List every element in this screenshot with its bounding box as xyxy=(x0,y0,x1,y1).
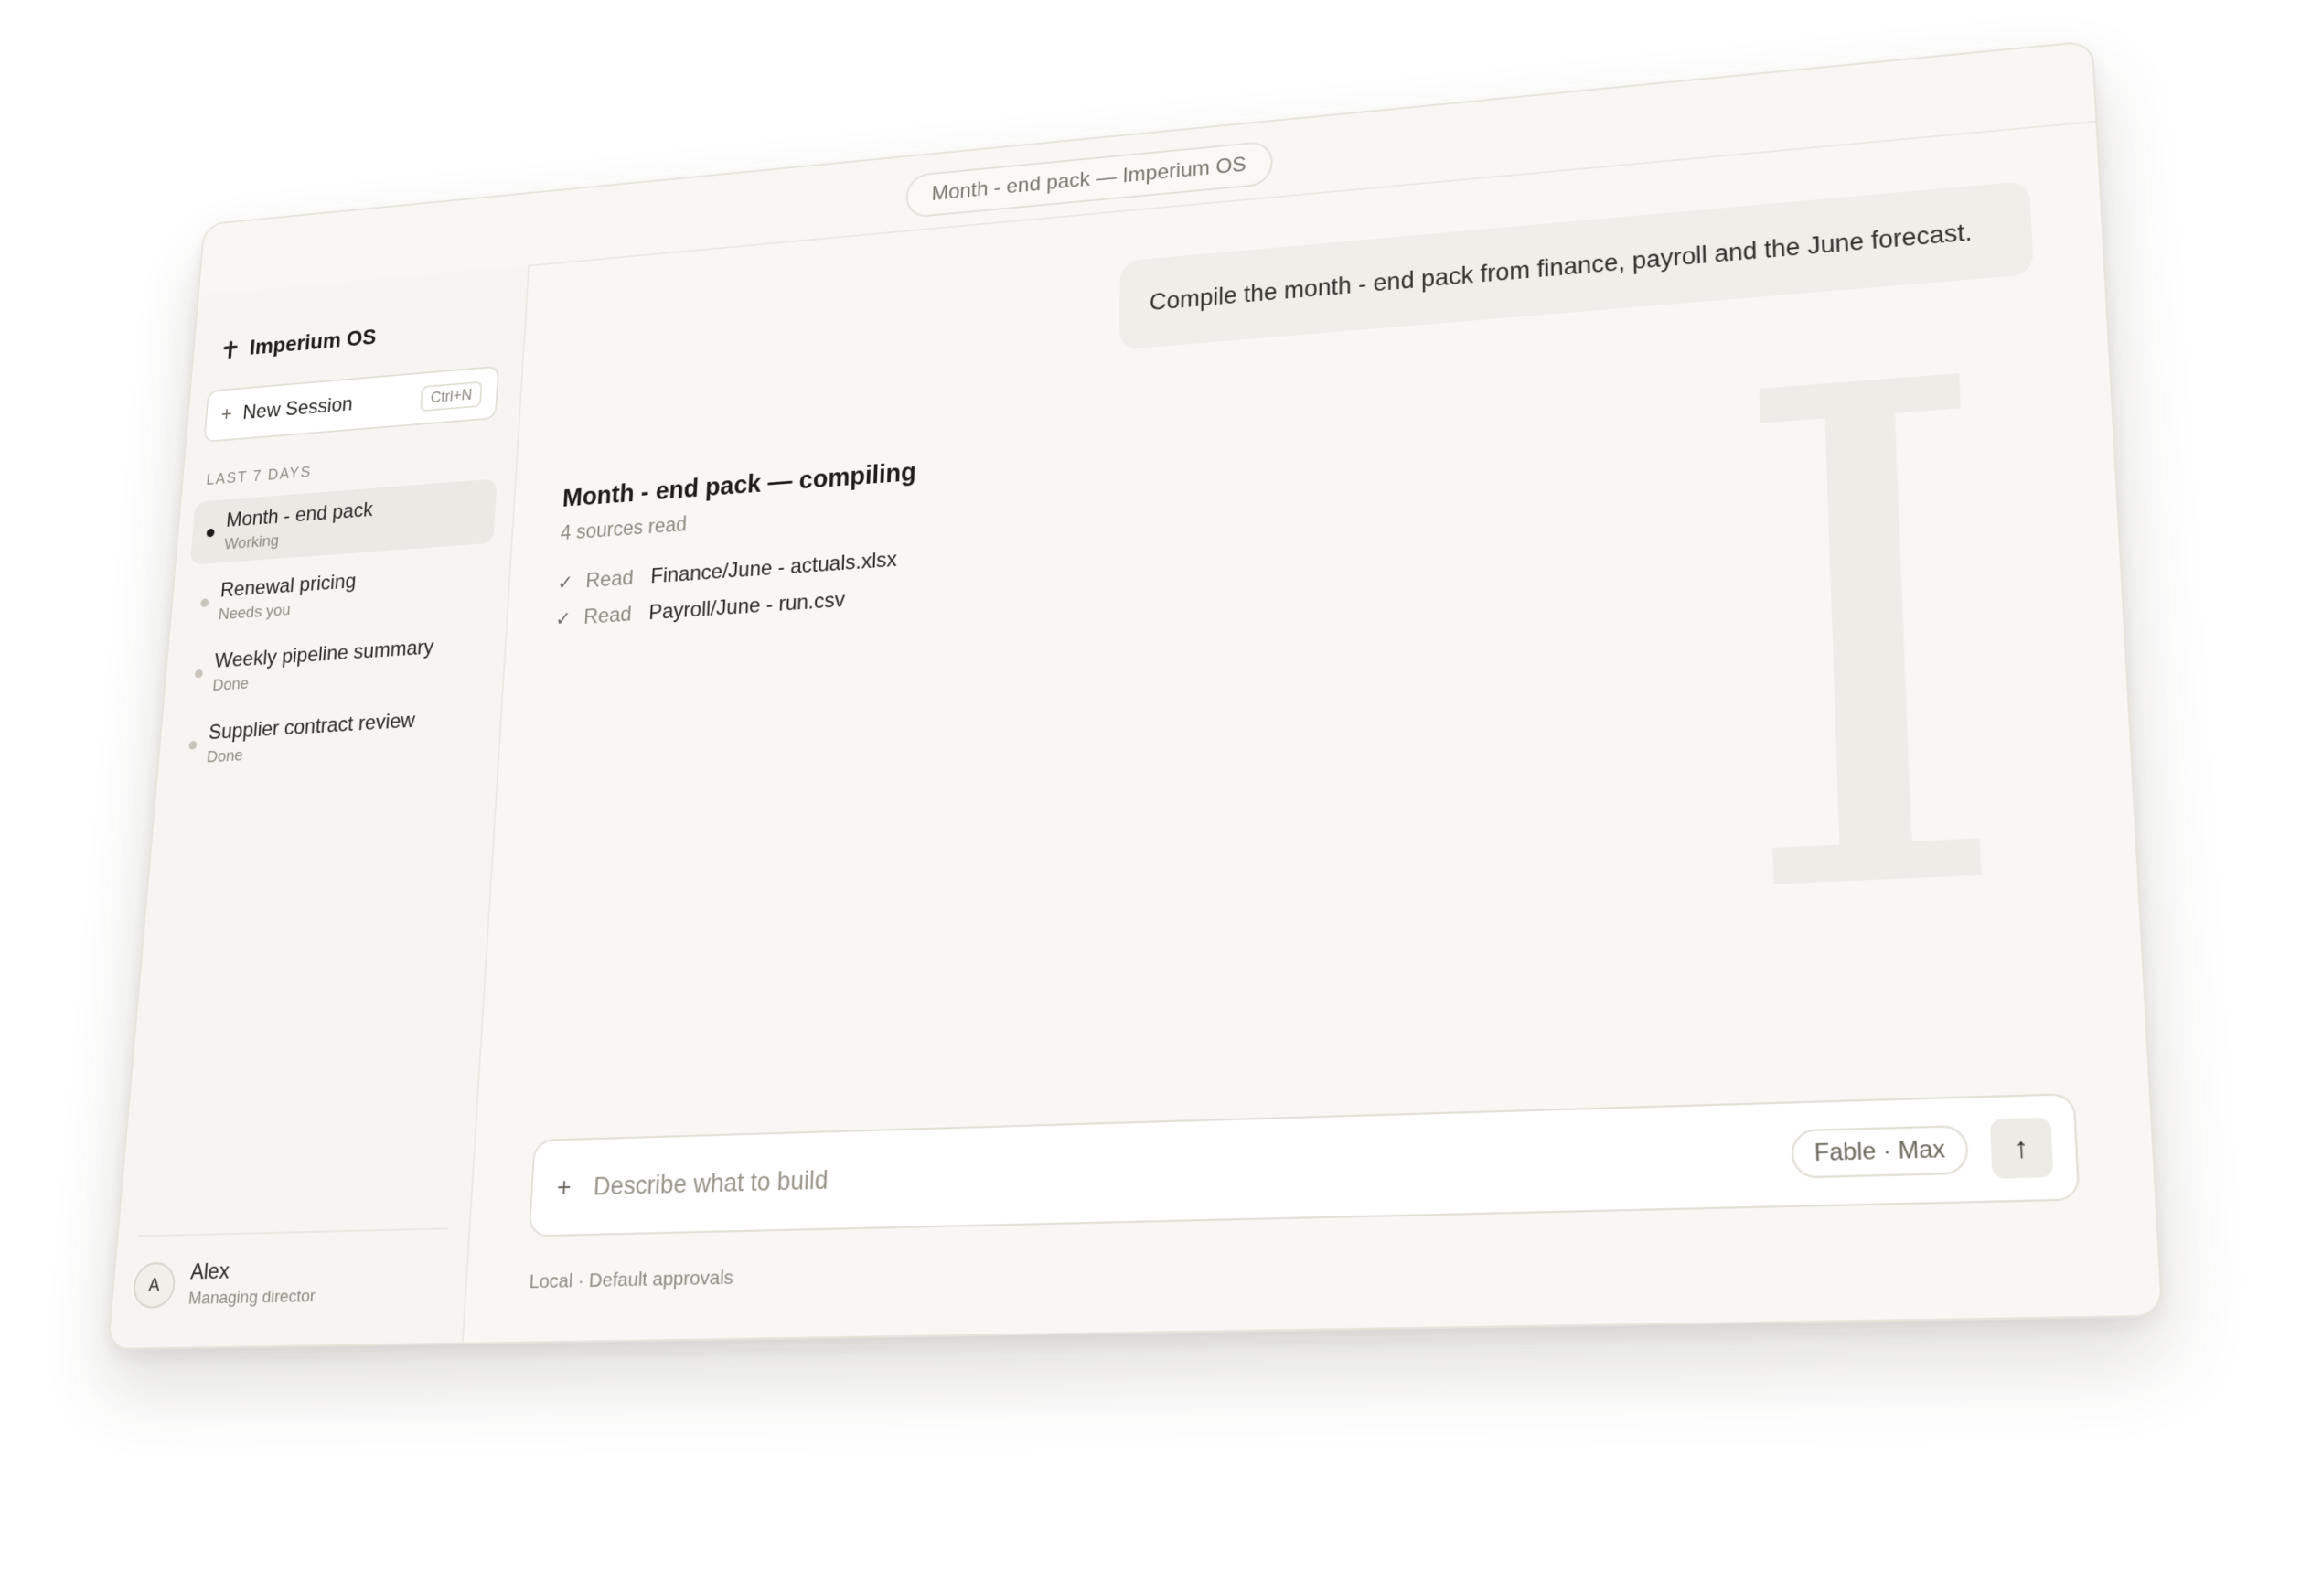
brand-name: Imperium OS xyxy=(249,324,377,360)
check-icon: ✓ xyxy=(555,606,584,631)
step-verb: Read xyxy=(583,601,650,629)
app-window: Month - end pack — Imperium OS Imperium … xyxy=(107,40,2164,1350)
arrow-up-icon: ↑ xyxy=(2014,1131,2030,1165)
user-name: Alex xyxy=(189,1257,318,1285)
prompt-input[interactable] xyxy=(591,1138,1792,1203)
check-icon: ✓ xyxy=(557,571,586,595)
status-dot xyxy=(188,741,197,750)
composer: + Fable · Max ↑ xyxy=(529,1093,2081,1237)
imperium-logo-icon xyxy=(221,340,240,359)
brand[interactable]: Imperium OS xyxy=(221,324,378,362)
model-selector[interactable]: Fable · Max xyxy=(1792,1125,1970,1179)
step-verb: Read xyxy=(585,565,651,594)
avatar: A xyxy=(132,1262,177,1309)
watermark-logo: I xyxy=(1719,293,2028,995)
section-label: LAST 7 DAYS xyxy=(206,464,313,489)
status-dot xyxy=(195,669,203,679)
step-list: ✓ Read Finance/June - actuals.xlsx ✓ Rea… xyxy=(554,541,914,638)
step-file[interactable]: Payroll/June - run.csv xyxy=(648,588,846,626)
shortcut-badge: Ctrl+N xyxy=(421,380,483,412)
new-session-button[interactable]: + New Session Ctrl+N xyxy=(203,366,499,443)
status-dot xyxy=(207,529,215,538)
send-button[interactable]: ↑ xyxy=(1990,1118,2054,1179)
main-panel: I Compile the month - end pack from fina… xyxy=(462,121,2161,1343)
session-list: Month - end pack Working Renewal pricing… xyxy=(171,478,497,785)
session-item-supplier-contract-review[interactable]: Supplier contract review Done xyxy=(172,694,484,778)
status-dot xyxy=(200,598,209,607)
user-role: Managing director xyxy=(187,1287,316,1310)
new-session-label: New Session xyxy=(242,392,354,424)
stage: Month - end pack — Imperium OS Imperium … xyxy=(0,0,2322,1596)
plus-icon: + xyxy=(220,402,233,426)
task-card: Month - end pack — compiling 4 sources r… xyxy=(554,458,916,637)
session-item-weekly-pipeline-summary[interactable]: Weekly pipeline summary Done xyxy=(178,622,488,707)
user-profile[interactable]: A Alex Managing director xyxy=(132,1227,448,1311)
sidebar: Imperium OS + New Session Ctrl+N LAST 7 … xyxy=(109,265,530,1348)
session-item-renewal-pricing[interactable]: Renewal pricing Needs you xyxy=(184,550,493,635)
environment-status: Local · Default approvals xyxy=(529,1267,733,1294)
add-attachment-plus-icon[interactable]: + xyxy=(556,1173,572,1203)
